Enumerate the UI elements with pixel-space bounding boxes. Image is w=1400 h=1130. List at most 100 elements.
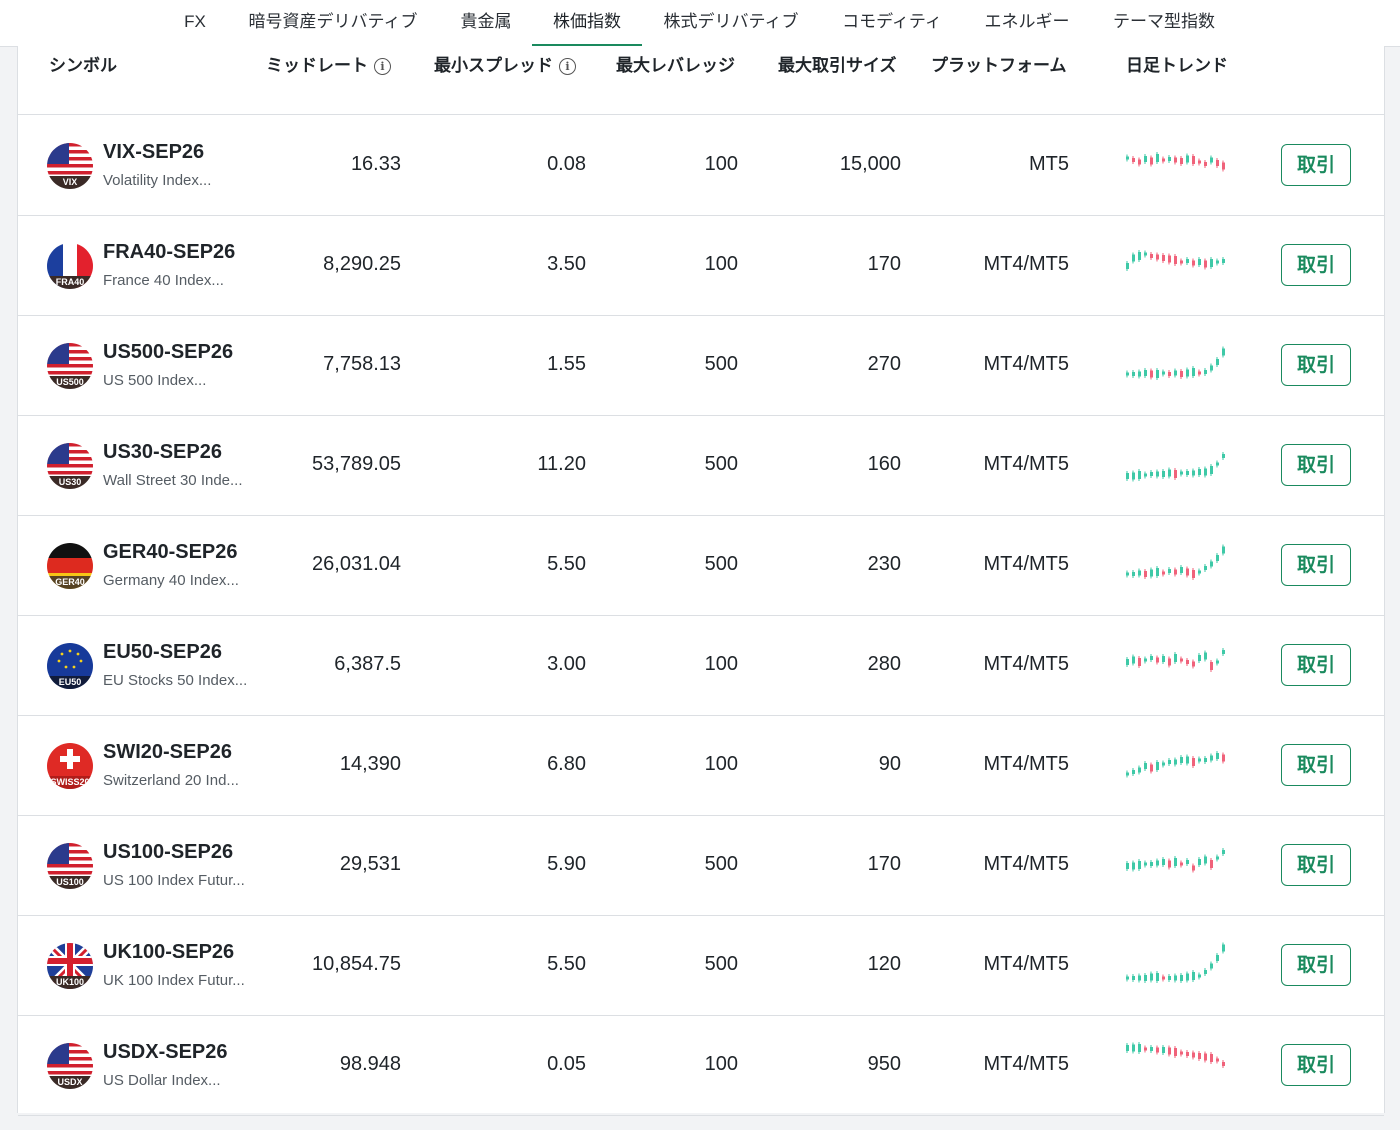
tab-precious-metals[interactable]: 貴金属	[448, 0, 524, 46]
table-row[interactable]: EU50 EU50-SEP26 EU Stocks 50 Index... 6,…	[18, 616, 1384, 716]
table-row[interactable]: UK100 UK100-SEP26 UK 100 Index Futur... …	[18, 916, 1384, 1016]
symbol-name[interactable]: SWI20-SEP26	[103, 741, 232, 764]
symbol-description: US 500 Index...	[103, 372, 207, 389]
table-row[interactable]: SWISS20 SWI20-SEP26 Switzerland 20 Ind..…	[18, 716, 1384, 816]
max-leverage-value: 500	[704, 953, 738, 975]
trade-button[interactable]: 取引	[1281, 344, 1351, 386]
mid-rate-value: 29,531	[339, 853, 401, 875]
trade-button[interactable]: 取引	[1281, 644, 1351, 686]
tab-crypto-derivatives[interactable]: 暗号資産デリバティブ	[238, 0, 428, 46]
trend-sparkline	[1122, 238, 1232, 288]
trend-sparkline	[1122, 1038, 1232, 1088]
trend-sparkline	[1122, 138, 1232, 188]
trade-button[interactable]: 取引	[1281, 744, 1351, 786]
symbol-name[interactable]: UK100-SEP26	[103, 941, 234, 964]
symbol-name[interactable]: GER40-SEP26	[103, 541, 238, 564]
min-spread-value: 6.80	[547, 753, 586, 775]
table-row[interactable]: US30 US30-SEP26 Wall Street 30 Inde... 5…	[18, 416, 1384, 516]
symbol-name[interactable]: US500-SEP26	[103, 341, 233, 364]
col-header-mid-rate: ミッドレート i	[266, 54, 391, 78]
table-row[interactable]: US100 US100-SEP26 US 100 Index Futur... …	[18, 816, 1384, 916]
symbol-name[interactable]: VIX-SEP26	[103, 141, 204, 164]
max-leverage-value: 100	[704, 653, 738, 675]
header-divider	[18, 114, 1384, 115]
col-header-symbol: シンボル	[49, 56, 117, 75]
tab-stock-derivatives[interactable]: 株式デリバティブ	[652, 0, 810, 46]
flag-icon: GER40	[47, 543, 93, 589]
flag-icon: US100	[47, 843, 93, 889]
tab-fx[interactable]: FX	[170, 0, 220, 46]
flag-icon: UK100	[47, 943, 93, 989]
min-spread-value: 3.00	[547, 653, 586, 675]
flag-icon: VIX	[47, 143, 93, 189]
symbol-name[interactable]: USDX-SEP26	[103, 1041, 228, 1064]
mid-rate-value: 16.33	[350, 153, 401, 175]
symbol-name[interactable]: US30-SEP26	[103, 441, 222, 464]
max-leverage-value: 100	[704, 1053, 738, 1075]
table-row[interactable]: VIX VIX-SEP26 Volatility Index... 16.33 …	[18, 116, 1384, 216]
flag-label: US30	[58, 477, 82, 487]
flag-icon: SWISS20	[47, 743, 93, 789]
symbol-name[interactable]: EU50-SEP26	[103, 641, 222, 664]
platform-value: MT4/MT5	[983, 853, 1069, 875]
info-icon[interactable]: i	[374, 58, 391, 76]
mid-rate-value: 14,390	[339, 753, 401, 775]
trade-button[interactable]: 取引	[1281, 244, 1351, 286]
trend-sparkline	[1122, 938, 1232, 988]
min-spread-value: 3.50	[547, 253, 586, 275]
instrument-table: シンボル ミッドレート i 最小スプレッド i 最大レバレッジ 最大取引サイズ プラ…	[17, 46, 1385, 1116]
table-row[interactable]: FRA40 FRA40-SEP26 France 40 Index... 8,2…	[18, 216, 1384, 316]
max-trade-size-value: 950	[867, 1053, 901, 1075]
max-trade-size-value: 160	[867, 453, 901, 475]
flag-icon: EU50	[47, 643, 93, 689]
info-icon[interactable]: i	[559, 58, 576, 76]
flag-label: GER40	[55, 577, 85, 587]
flag-icon: US500	[47, 343, 93, 389]
symbol-description: France 40 Index...	[103, 272, 224, 289]
flag-label: FRA40	[55, 277, 85, 287]
symbol-description: UK 100 Index Futur...	[103, 972, 245, 989]
flag-label: VIX	[62, 177, 78, 187]
max-leverage-value: 100	[704, 753, 738, 775]
min-spread-value: 11.20	[537, 453, 586, 475]
mid-rate-value: 26,031.04	[312, 553, 401, 575]
symbol-description: Germany 40 Index...	[103, 572, 239, 589]
tab-energy[interactable]: エネルギー	[975, 0, 1079, 46]
platform-value: MT4/MT5	[983, 553, 1069, 575]
symbol-description: Wall Street 30 Inde...	[103, 472, 243, 489]
symbol-name[interactable]: FRA40-SEP26	[103, 241, 235, 264]
max-trade-size-value: 90	[878, 753, 901, 775]
trade-button[interactable]: 取引	[1281, 144, 1351, 186]
mid-rate-value: 98.948	[339, 1053, 401, 1075]
trade-button[interactable]: 取引	[1281, 1044, 1351, 1086]
col-header-max-trade-size: 最大取引サイズ	[778, 56, 897, 75]
tab-stock-indices[interactable]: 株価指数	[532, 0, 642, 47]
mid-rate-value: 6,387.5	[334, 653, 401, 675]
table-row[interactable]: USDX USDX-SEP26 US Dollar Index... 98.94…	[18, 1016, 1384, 1116]
symbol-description: US 100 Index Futur...	[103, 872, 245, 889]
col-header-platform: プラットフォーム	[931, 56, 1067, 75]
max-leverage-value: 500	[704, 553, 738, 575]
trend-sparkline	[1122, 438, 1232, 488]
tab-commodities[interactable]: コモディティ	[830, 0, 954, 46]
col-header-daily-trend: 日足トレンド	[1126, 56, 1228, 75]
symbol-description: Switzerland 20 Ind...	[103, 772, 239, 789]
symbol-name[interactable]: US100-SEP26	[103, 841, 233, 864]
mid-rate-value: 7,758.13	[323, 353, 401, 375]
flag-label: US500	[56, 377, 84, 387]
mid-rate-value: 53,789.05	[312, 453, 401, 475]
platform-value: MT4/MT5	[983, 653, 1069, 675]
col-header-max-leverage: 最大レバレッジ	[616, 56, 735, 75]
flag-label: UK100	[55, 977, 84, 987]
trade-button[interactable]: 取引	[1281, 844, 1351, 886]
min-spread-value: 5.50	[547, 953, 586, 975]
tab-thematic-indices[interactable]: テーマ型指数	[1102, 0, 1226, 46]
trade-button[interactable]: 取引	[1281, 444, 1351, 486]
col-header-mid-rate-label: ミッドレート	[266, 56, 368, 75]
min-spread-value: 5.90	[547, 853, 586, 875]
table-row[interactable]: GER40 GER40-SEP26 Germany 40 Index... 26…	[18, 516, 1384, 616]
trade-button[interactable]: 取引	[1281, 944, 1351, 986]
max-trade-size-value: 280	[867, 653, 901, 675]
table-row[interactable]: US500 US500-SEP26 US 500 Index... 7,758.…	[18, 316, 1384, 416]
trade-button[interactable]: 取引	[1281, 544, 1351, 586]
